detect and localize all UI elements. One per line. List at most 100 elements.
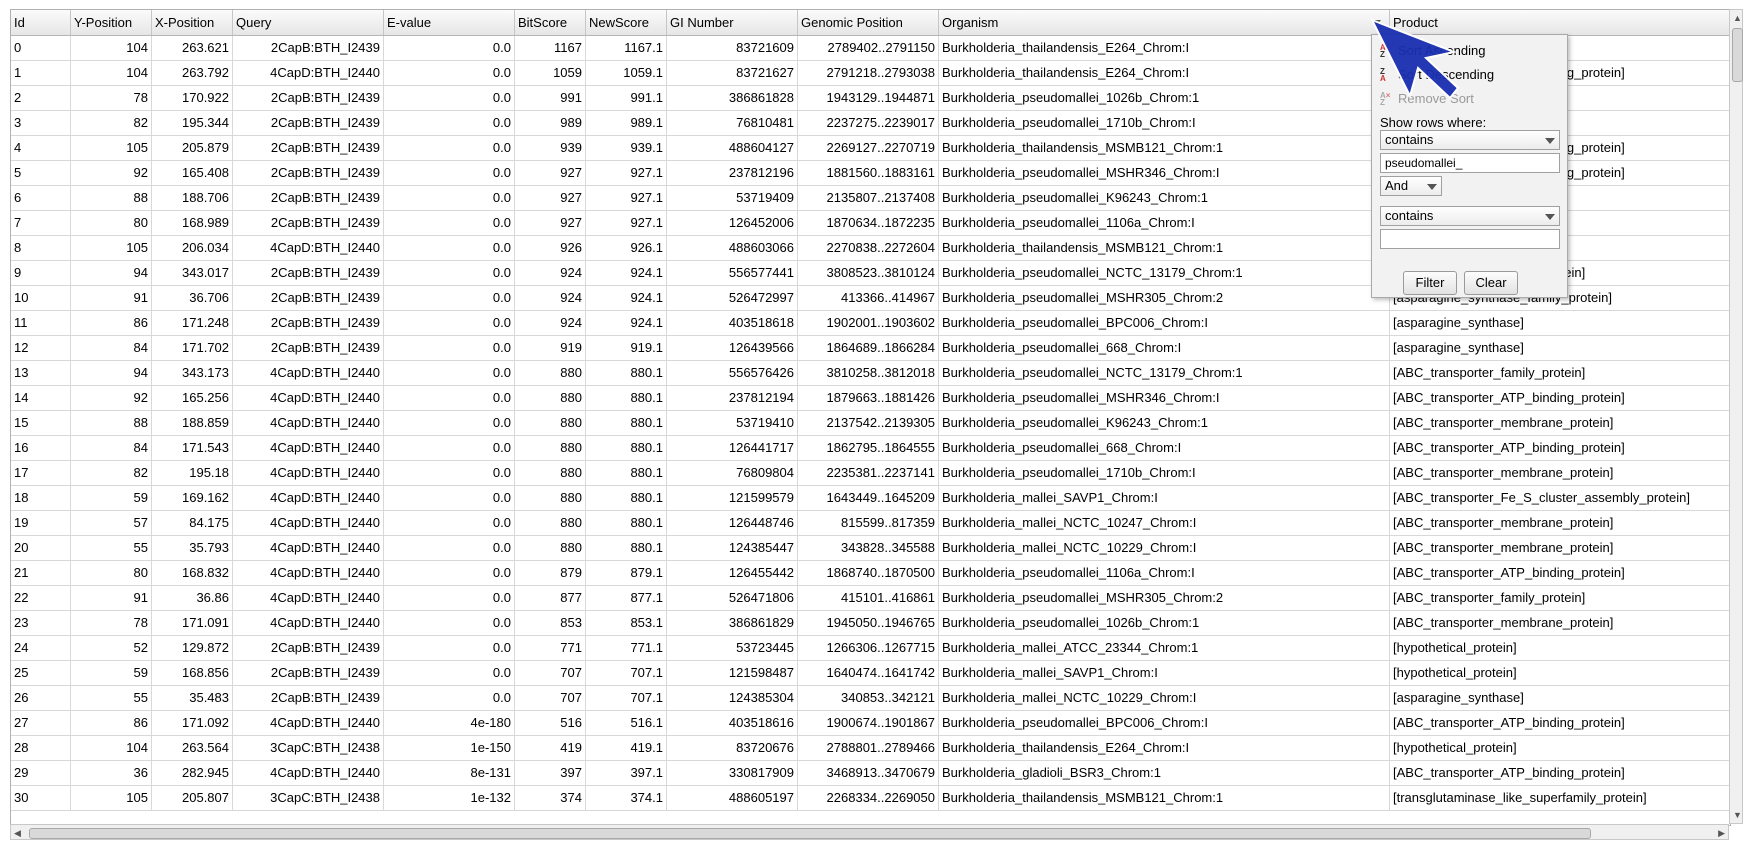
cell-query: 4CapD:BTH_I2440 (233, 761, 384, 785)
cell-evalue: 0.0 (384, 586, 515, 610)
cell-newscore: 991.1 (586, 86, 667, 110)
cell-gi: 488605197 (667, 786, 798, 810)
column-header-org[interactable]: Organism (939, 10, 1390, 35)
cell-query: 4CapD:BTH_I2440 (233, 486, 384, 510)
table-row[interactable]: 16 84 171.543 4CapD:BTH_I2440 0.0 880 880.1 126… (11, 436, 1730, 461)
cell-gi: 124385447 (667, 536, 798, 560)
cell-bitscore: 374 (515, 786, 586, 810)
column-header-x[interactable]: X-Position (152, 10, 233, 35)
cell-newscore: 877.1 (586, 586, 667, 610)
cell-y: 84 (71, 436, 152, 460)
cell-pos: 340853..342121 (798, 686, 939, 710)
cell-y: 91 (71, 286, 152, 310)
cell-x: 168.989 (152, 211, 233, 235)
cell-x: 165.256 (152, 386, 233, 410)
vertical-scroll-thumb[interactable] (1732, 28, 1743, 82)
cell-y: 59 (71, 661, 152, 685)
table-row[interactable]: 24 52 129.872 2CapB:BTH_I2439 0.0 771 771.1 537… (11, 636, 1730, 661)
cell-id: 14 (11, 386, 71, 410)
operator-select[interactable]: And (1380, 176, 1442, 196)
cell-x: 171.543 (152, 436, 233, 460)
cell-gi: 53719410 (667, 411, 798, 435)
cell-gi: 76809804 (667, 461, 798, 485)
horizontal-scroll-thumb[interactable] (29, 828, 1591, 839)
cell-y: 59 (71, 486, 152, 510)
cell-bitscore: 880 (515, 386, 586, 410)
cell-evalue: 8e-131 (384, 761, 515, 785)
table-row[interactable]: 26 55 35.483 2CapB:BTH_I2439 0.0 707 707.1 1243… (11, 686, 1730, 711)
cell-newscore: 927.1 (586, 161, 667, 185)
cell-newscore: 707.1 (586, 661, 667, 685)
scroll-right-icon[interactable]: ▶ (1718, 828, 1725, 838)
filter-value2-input[interactable] (1380, 229, 1560, 249)
table-row[interactable]: 27 86 171.092 4CapD:BTH_I2440 4e-180 516 516.1… (11, 711, 1730, 736)
table-row[interactable]: 18 59 169.162 4CapD:BTH_I2440 0.0 880 880.1 121… (11, 486, 1730, 511)
table-row[interactable]: 25 59 168.856 2CapB:BTH_I2439 0.0 707 707.1 121… (11, 661, 1730, 686)
cell-org: Burkholderia_pseudomallei_MSHR305_Chrom:… (939, 586, 1390, 610)
table-row[interactable]: 21 80 168.832 4CapD:BTH_I2440 0.0 879 879.1 126… (11, 561, 1730, 586)
column-header-id[interactable]: Id (11, 10, 71, 35)
cell-x: 171.092 (152, 711, 233, 735)
column-header-gi[interactable]: GI Number (667, 10, 798, 35)
cell-pos: 2235381..2237141 (798, 461, 939, 485)
cell-y: 36 (71, 761, 152, 785)
table-row[interactable]: 20 55 35.793 4CapD:BTH_I2440 0.0 880 880.1 1243… (11, 536, 1730, 561)
cell-pos: 2135807..2137408 (798, 186, 939, 210)
condition2-select[interactable]: contains (1380, 206, 1560, 226)
cell-pos: 3468913..3470679 (798, 761, 939, 785)
cell-y: 80 (71, 561, 152, 585)
table-row[interactable]: 15 88 188.859 4CapD:BTH_I2440 0.0 880 880.1 537… (11, 411, 1730, 436)
filter-value1-input[interactable] (1380, 153, 1560, 173)
clear-button[interactable]: Clear (1464, 271, 1518, 295)
table-row[interactable]: 13 94 343.173 4CapD:BTH_I2440 0.0 880 880.1 556… (11, 361, 1730, 386)
cell-product: [ABC_transporter_ATP_binding_protein] (1390, 436, 1730, 460)
scroll-down-icon[interactable]: ▼ (1733, 810, 1742, 820)
cell-query: 4CapD:BTH_I2440 (233, 511, 384, 535)
table-row[interactable]: 22 91 36.86 4CapD:BTH_I2440 0.0 877 877.1 52647… (11, 586, 1730, 611)
cell-x: 165.408 (152, 161, 233, 185)
cell-id: 12 (11, 336, 71, 360)
cell-org: Burkholderia_pseudomallei_668_Chrom:I (939, 436, 1390, 460)
cell-id: 18 (11, 486, 71, 510)
table-row[interactable]: 12 84 171.702 2CapB:BTH_I2439 0.0 919 919.1 126… (11, 336, 1730, 361)
cell-x: 168.832 (152, 561, 233, 585)
cell-x: 171.248 (152, 311, 233, 335)
cell-x: 169.162 (152, 486, 233, 510)
scroll-left-icon[interactable]: ◀ (14, 828, 21, 838)
column-header-newscore[interactable]: NewScore (586, 10, 667, 35)
cell-pos: 1881560..1883161 (798, 161, 939, 185)
horizontal-scrollbar[interactable]: ◀ ▶ (10, 824, 1729, 840)
table-row[interactable]: 23 78 171.091 4CapD:BTH_I2440 0.0 853 853.1 386… (11, 611, 1730, 636)
table-row[interactable]: 29 36 282.945 4CapD:BTH_I2440 8e-131 397 397.1… (11, 761, 1730, 786)
table-row[interactable]: 19 57 84.175 4CapD:BTH_I2440 0.0 880 880.1 1264… (11, 511, 1730, 536)
cell-y: 94 (71, 361, 152, 385)
cell-y: 92 (71, 386, 152, 410)
cell-gi: 330817909 (667, 761, 798, 785)
table-row[interactable]: 30 105 205.807 3CapC:BTH_I2438 1e-132 374 374.… (11, 786, 1730, 811)
cell-bitscore: 707 (515, 661, 586, 685)
cell-newscore: 989.1 (586, 111, 667, 135)
column-header-pos[interactable]: Genomic Position (798, 10, 939, 35)
column-header-y[interactable]: Y-Position (71, 10, 152, 35)
table-row[interactable]: 17 82 195.18 4CapD:BTH_I2440 0.0 880 880.1 7680… (11, 461, 1730, 486)
cell-pos: 2791218..2793038 (798, 61, 939, 85)
cell-bitscore: 880 (515, 361, 586, 385)
cell-org: Burkholderia_pseudomallei_NCTC_13179_Chr… (939, 261, 1390, 285)
cell-evalue: 0.0 (384, 286, 515, 310)
condition1-select[interactable]: contains (1380, 130, 1560, 150)
column-header-bitscore[interactable]: BitScore (515, 10, 586, 35)
table-row[interactable]: 11 86 171.248 2CapB:BTH_I2439 0.0 924 924.1 403… (11, 311, 1730, 336)
cell-bitscore: 877 (515, 586, 586, 610)
table-row[interactable]: 14 92 165.256 4CapD:BTH_I2440 0.0 880 880.1 237… (11, 386, 1730, 411)
cell-query: 2CapB:BTH_I2439 (233, 136, 384, 160)
scroll-up-icon[interactable]: ▲ (1733, 13, 1742, 23)
column-header-evalue[interactable]: E-value (384, 10, 515, 35)
cell-newscore: 880.1 (586, 486, 667, 510)
cell-id: 10 (11, 286, 71, 310)
cell-id: 6 (11, 186, 71, 210)
column-header-query[interactable]: Query (233, 10, 384, 35)
cell-newscore: 1059.1 (586, 61, 667, 85)
filter-button[interactable]: Filter (1403, 271, 1457, 295)
table-row[interactable]: 28 104 263.564 3CapC:BTH_I2438 1e-150 419 419.… (11, 736, 1730, 761)
vertical-scrollbar[interactable]: ▲ ▼ (1729, 9, 1743, 824)
